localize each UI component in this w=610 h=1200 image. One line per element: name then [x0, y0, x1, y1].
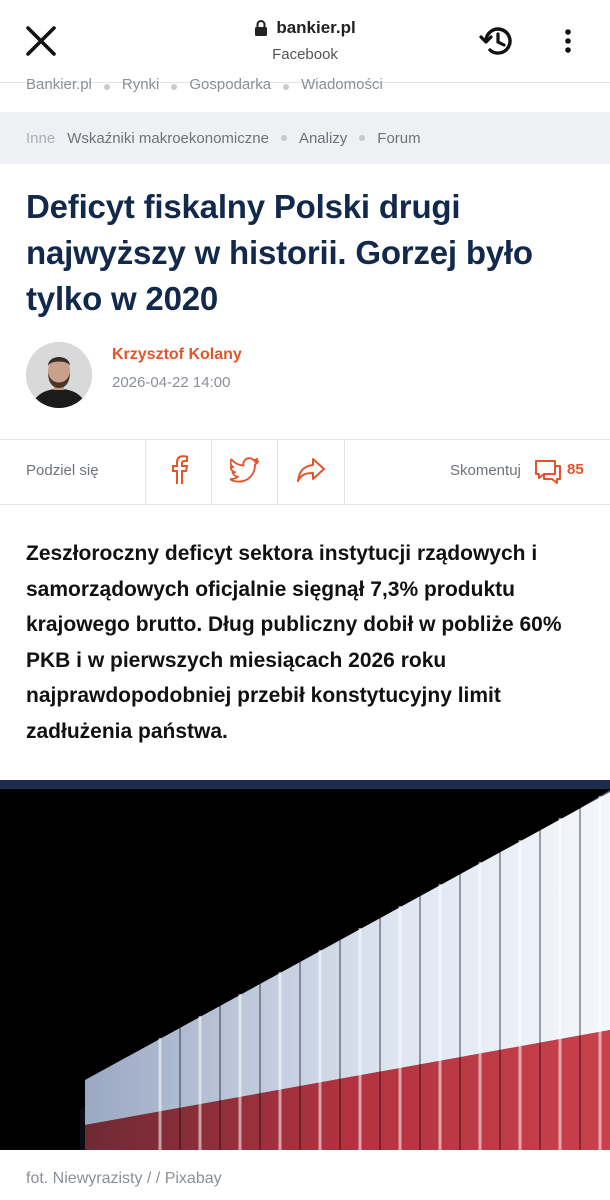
nav-item-inne: Inne — [26, 129, 56, 147]
share-twitter-button[interactable] — [211, 440, 278, 504]
polish-flag-building-photo — [0, 789, 610, 1150]
toolbar-mask — [0, 0, 610, 82]
publish-date: 2026-04-22 14:00 — [112, 374, 231, 391]
nav-item-analizy[interactable]: Analizy — [299, 130, 347, 147]
nav-item-wskazniki[interactable]: Wskaźniki makroekonomiczne — [67, 130, 269, 147]
nav-separator — [359, 135, 366, 141]
nav-separator — [171, 84, 178, 90]
article-lead: Zeszłoroczny deficyt sektora instytucji … — [26, 542, 562, 743]
secondary-nav: Inne Wskaźniki makroekonomiczne Analizy … — [0, 112, 610, 164]
author-avatar[interactable] — [26, 342, 92, 408]
comment-count[interactable]: 85 — [567, 461, 584, 478]
article-title: Deficyt fiskalny Polski drugi najwyższy … — [26, 188, 533, 317]
nav-separator — [283, 84, 290, 90]
share-other-button[interactable] — [277, 440, 345, 504]
nav-separator — [103, 84, 110, 90]
comment-label[interactable]: Skomentuj — [450, 462, 521, 479]
share-facebook-button[interactable] — [145, 440, 212, 504]
article-hero-image[interactable] — [0, 780, 610, 1150]
comment-icon[interactable] — [533, 458, 563, 486]
author-name[interactable]: Krzysztof Kolany — [112, 346, 242, 364]
twitter-icon — [228, 456, 260, 488]
share-label: Podziel się — [26, 462, 99, 479]
share-icon — [296, 457, 326, 488]
nav-item-forum[interactable]: Forum — [377, 130, 420, 147]
photo-caption: fot. Niewyrazisty / / Pixabay — [26, 1170, 222, 1187]
facebook-icon — [168, 454, 190, 490]
nav-separator — [280, 135, 287, 141]
share-bar: Podziel się Skomentuj 85 — [0, 439, 610, 505]
